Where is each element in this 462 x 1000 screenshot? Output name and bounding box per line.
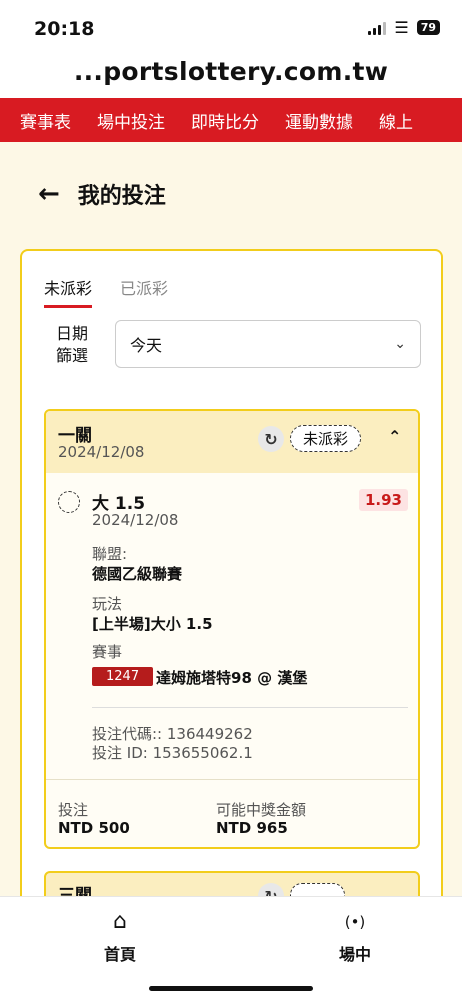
refresh-icon-2[interactable]: ↻	[258, 883, 284, 896]
league-value: 德國乙級聯賽	[92, 565, 183, 583]
bottom-nav-home[interactable]: ⌂ 首頁	[80, 909, 160, 965]
nav-item-sports-data[interactable]: 運動數據	[285, 108, 353, 133]
status-time: 20:18	[34, 18, 95, 40]
top-nav: 賽事表 場中投注 即時比分 運動數據 線上	[0, 98, 462, 142]
event-id-badge: 1247	[92, 667, 154, 686]
signal-icon	[368, 21, 387, 35]
event-name: 達姆施塔特98 @ 漢堡	[156, 669, 308, 687]
bets-panel: 未派彩 已派彩 日期 篩選 今天 ⌄ 一關 2024/12/08 ↻ 未派彩 ⌃…	[20, 249, 443, 896]
status-icons: ☰ 79	[368, 18, 440, 37]
status-bar: 20:18 ☰ 79	[0, 0, 462, 52]
footer-divider	[46, 779, 418, 780]
tab-unsettled[interactable]: 未派彩	[44, 275, 93, 308]
home-label: 首頁	[103, 945, 136, 964]
date-filter-select[interactable]: 今天 ⌄	[115, 320, 421, 368]
event-label: 賽事	[92, 643, 123, 661]
market-value: [上半場]大小 1.5	[92, 615, 213, 633]
bet-card: 一關 2024/12/08 ↻ 未派彩 ⌃ 大 1.5 1.93 2024/12…	[44, 409, 420, 849]
date-filter-label-text: 日期 篩選	[56, 324, 89, 365]
nav-item-schedule[interactable]: 賽事表	[20, 108, 71, 133]
main-content: ← 我的投注 未派彩 已派彩 日期 篩選 今天 ⌄ 一關 2024/12/08 …	[0, 142, 462, 896]
date-filter-value: 今天	[130, 336, 163, 355]
payout-value: NTD 965	[216, 819, 288, 837]
bet-id: 投注 ID: 153655062.1	[92, 744, 253, 762]
selection-date: 2024/12/08	[92, 511, 179, 529]
chevron-down-icon: ⌄	[394, 336, 406, 352]
page-title: 我的投注	[77, 184, 166, 209]
nav-item-live-betting[interactable]: 場中投注	[97, 108, 165, 133]
bet-tabs: 未派彩 已派彩	[44, 275, 168, 308]
live-label: 場中	[338, 945, 371, 964]
bet-card-header[interactable]: 一關 2024/12/08 ↻ 未派彩 ⌃	[46, 411, 418, 473]
tab-settled[interactable]: 已派彩	[120, 275, 168, 308]
status-badge-2	[290, 883, 345, 896]
league-label: 聯盟:	[92, 545, 128, 563]
payout-label: 可能中獎金額	[216, 801, 307, 819]
bet-code: 投注代碼:: 136449262	[92, 725, 253, 743]
stake-label: 投注	[58, 801, 89, 819]
back-arrow-icon[interactable]: ←	[38, 179, 60, 209]
bottom-nav-live[interactable]: (•) 場中	[315, 909, 395, 965]
browser-url-bar[interactable]: ...portslottery.com.tw	[0, 52, 462, 98]
home-icon: ⌂	[113, 909, 127, 934]
home-indicator	[149, 986, 313, 991]
battery-icon: 79	[416, 20, 440, 35]
stake-value: NTD 500	[58, 819, 130, 837]
broadcast-icon: (•)	[344, 913, 366, 931]
bottom-nav: ⌂ 首頁 (•) 場中	[0, 896, 462, 1000]
status-badge: 未派彩	[290, 425, 362, 452]
bet-card-2[interactable]: 三關 ↻	[44, 871, 420, 896]
refresh-icon[interactable]: ↻	[258, 426, 284, 452]
page-header: ← 我的投注	[38, 178, 166, 210]
bet-date: 2024/12/08	[58, 443, 145, 461]
market-label: 玩法	[92, 595, 123, 613]
divider	[92, 707, 408, 708]
nav-item-online[interactable]: 線上	[379, 108, 413, 133]
selection-status-icon	[58, 491, 80, 513]
wifi-icon: ☰	[394, 18, 409, 37]
chevron-up-icon[interactable]: ⌃	[388, 427, 401, 446]
bet-type-2: 三關	[58, 886, 92, 896]
date-filter-label: 日期 篩選	[56, 323, 88, 367]
odds-badge: 1.93	[358, 489, 408, 511]
nav-item-live-score[interactable]: 即時比分	[191, 108, 259, 133]
